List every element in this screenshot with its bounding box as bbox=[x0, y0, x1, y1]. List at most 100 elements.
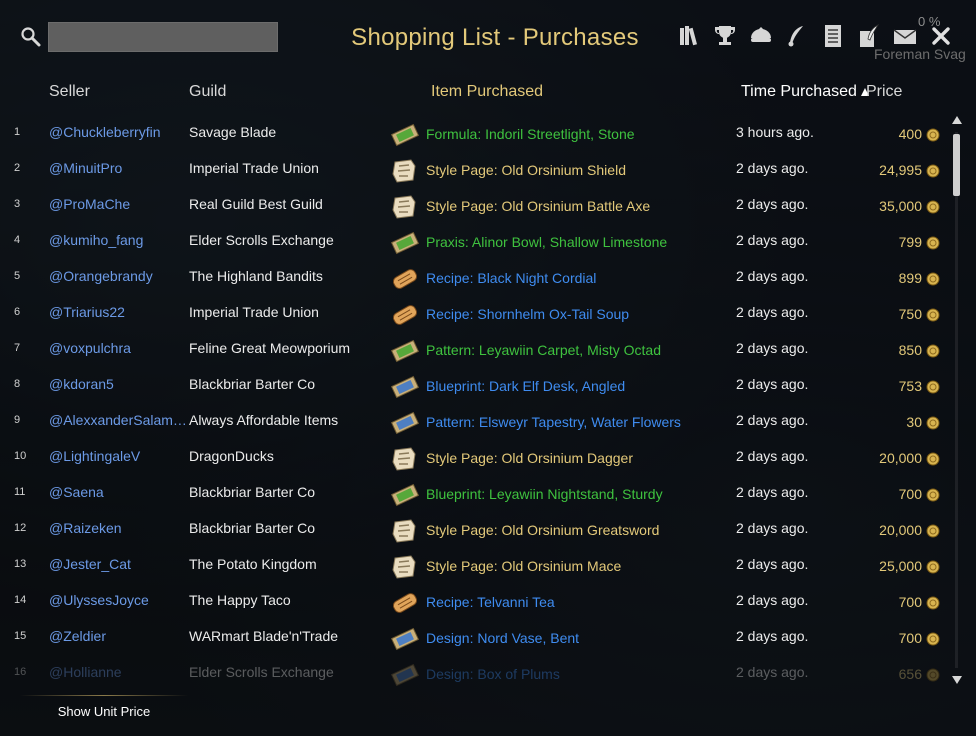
books-icon[interactable] bbox=[674, 20, 704, 52]
trophy-icon[interactable] bbox=[710, 20, 740, 52]
item-link[interactable]: Design: Box of Plums bbox=[426, 666, 560, 682]
seller-link[interactable]: @kdoran5 bbox=[49, 376, 187, 392]
table-row[interactable]: 14 @UlyssesJoyce The Happy Taco Recipe: Tel… bbox=[0, 584, 950, 620]
style-page-icon[interactable] bbox=[390, 192, 420, 222]
seller-link[interactable]: @Zeldier bbox=[49, 628, 187, 644]
row-number: 3 bbox=[14, 198, 21, 210]
item-link[interactable]: Praxis: Alinor Bowl, Shallow Limestone bbox=[426, 234, 667, 250]
table-row[interactable]: 2 @MinuitPro Imperial Trade Union Style Pag… bbox=[0, 152, 950, 188]
table-row[interactable]: 1 @Chuckleberryfin Savage Blade Formula: In… bbox=[0, 116, 950, 152]
gold-coin-icon bbox=[926, 272, 940, 286]
table-row[interactable]: 15 @Zeldier WARmart Blade'n'Trade Design: N… bbox=[0, 620, 950, 656]
item-link[interactable]: Formula: Indoril Streetlight, Stone bbox=[426, 126, 635, 142]
guild-name: The Highland Bandits bbox=[189, 268, 323, 284]
guild-name: Real Guild Best Guild bbox=[189, 196, 323, 212]
time-purchased: 2 days ago. bbox=[736, 592, 809, 608]
seller-link[interactable]: @MinuitPro bbox=[49, 160, 187, 176]
seller-link[interactable]: @Chuckleberryfin bbox=[49, 124, 187, 140]
time-purchased: 2 days ago. bbox=[736, 232, 809, 248]
item-link[interactable]: Style Page: Old Orsinium Dagger bbox=[426, 450, 633, 466]
style-page-icon[interactable] bbox=[390, 156, 420, 186]
recipe-scroll-icon[interactable] bbox=[390, 264, 420, 294]
item-link[interactable]: Pattern: Elsweyr Tapestry, Water Flowers bbox=[426, 414, 681, 430]
guild-name: Savage Blade bbox=[189, 124, 277, 140]
style-page-icon[interactable] bbox=[390, 552, 420, 582]
scrollbar-track[interactable] bbox=[955, 132, 958, 668]
row-number: 6 bbox=[14, 306, 21, 318]
price-value: 35,000 bbox=[879, 198, 922, 214]
green-scroll-icon[interactable] bbox=[390, 120, 420, 150]
seller-link[interactable]: @Triarius22 bbox=[49, 304, 187, 320]
ledger-icon[interactable] bbox=[818, 20, 848, 52]
item-link[interactable]: Style Page: Old Orsinium Mace bbox=[426, 558, 621, 574]
item-link[interactable]: Recipe: Shornhelm Ox-Tail Soup bbox=[426, 306, 629, 322]
row-number: 10 bbox=[14, 450, 27, 462]
item-link[interactable]: Blueprint: Leyawiin Nightstand, Sturdy bbox=[426, 486, 663, 502]
seller-link[interactable]: @Jester_Cat bbox=[49, 556, 187, 572]
style-page-icon[interactable] bbox=[390, 444, 420, 474]
item-link[interactable]: Blueprint: Dark Elf Desk, Angled bbox=[426, 378, 625, 394]
column-header-guild[interactable]: Guild bbox=[189, 83, 226, 101]
seller-link[interactable]: @Hollianne bbox=[49, 664, 187, 680]
gold-coin-icon bbox=[926, 488, 940, 502]
item-link[interactable]: Recipe: Black Night Cordial bbox=[426, 270, 596, 286]
seller-link[interactable]: @voxpulchra bbox=[49, 340, 187, 356]
gold-coin-icon bbox=[926, 596, 940, 610]
scroll-up-icon[interactable] bbox=[950, 114, 964, 126]
style-page-icon[interactable] bbox=[390, 516, 420, 546]
column-header-price[interactable]: Price bbox=[866, 83, 902, 101]
price-value: 25,000 bbox=[879, 558, 922, 574]
guild-name: The Happy Taco bbox=[189, 592, 291, 608]
scroll-down-icon[interactable] bbox=[950, 674, 964, 686]
column-header-item[interactable]: Item Purchased bbox=[431, 83, 543, 101]
table-row[interactable]: 12 @Raizeken Blackbriar Barter Co Style Pag… bbox=[0, 512, 950, 548]
item-link[interactable]: Pattern: Leyawiin Carpet, Misty Octad bbox=[426, 342, 661, 358]
recipe-scroll-icon[interactable] bbox=[390, 300, 420, 330]
blue-scroll-icon[interactable] bbox=[390, 372, 420, 402]
green-scroll-icon[interactable] bbox=[390, 336, 420, 366]
blue-scroll-icon[interactable] bbox=[390, 660, 420, 686]
seller-link[interactable]: @LightingaleV bbox=[49, 448, 187, 464]
table-row[interactable]: 8 @kdoran5 Blackbriar Barter Co Blueprint: … bbox=[0, 368, 950, 404]
helmet-icon[interactable] bbox=[746, 20, 776, 52]
item-link[interactable]: Design: Nord Vase, Bent bbox=[426, 630, 579, 646]
guild-name: Always Affordable Items bbox=[189, 412, 339, 428]
scrollbar-thumb[interactable] bbox=[953, 134, 960, 196]
shopping-list-window: Shopping List - Purchases 0 % Foreman Sv… bbox=[0, 0, 976, 736]
seller-link[interactable]: @UlyssesJoyce bbox=[49, 592, 187, 608]
column-header-time[interactable]: Time Purchased bbox=[741, 83, 857, 101]
window-title: Shopping List - Purchases bbox=[351, 24, 639, 51]
search-icon[interactable] bbox=[20, 26, 42, 48]
table-row[interactable]: 6 @Triarius22 Imperial Trade Union Recipe: … bbox=[0, 296, 950, 332]
blue-scroll-icon[interactable] bbox=[390, 624, 420, 654]
guild-name: Elder Scrolls Exchange bbox=[189, 664, 334, 680]
feather-quill-icon[interactable] bbox=[782, 20, 812, 52]
table-row[interactable]: 11 @Saena Blackbriar Barter Co Blueprint: L… bbox=[0, 476, 950, 512]
green-scroll-icon[interactable] bbox=[390, 228, 420, 258]
table-row[interactable]: 7 @voxpulchra Feline Great Meowporium Patte… bbox=[0, 332, 950, 368]
item-link[interactable]: Recipe: Telvanni Tea bbox=[426, 594, 555, 610]
item-link[interactable]: Style Page: Old Orsinium Shield bbox=[426, 162, 626, 178]
green-scroll-icon[interactable] bbox=[390, 480, 420, 510]
table-row[interactable]: 3 @ProMaChe Real Guild Best Guild Style Pag… bbox=[0, 188, 950, 224]
recipe-scroll-icon[interactable] bbox=[390, 588, 420, 618]
blue-scroll-icon[interactable] bbox=[390, 408, 420, 438]
seller-link[interactable]: @Raizeken bbox=[49, 520, 187, 536]
seller-link[interactable]: @kumiho_fang bbox=[49, 232, 187, 248]
item-link[interactable]: Style Page: Old Orsinium Battle Axe bbox=[426, 198, 650, 214]
search-input[interactable] bbox=[48, 22, 278, 52]
table-row[interactable]: 16 @Hollianne Elder Scrolls Exchange Design… bbox=[0, 656, 950, 686]
item-link[interactable]: Style Page: Old Orsinium Greatsword bbox=[426, 522, 659, 538]
column-header-seller[interactable]: Seller bbox=[49, 83, 90, 101]
seller-link[interactable]: @Saena bbox=[49, 484, 187, 500]
gold-coin-icon bbox=[926, 560, 940, 574]
table-row[interactable]: 13 @Jester_Cat The Potato Kingdom Style Pag… bbox=[0, 548, 950, 584]
table-row[interactable]: 4 @kumiho_fang Elder Scrolls Exchange Praxi… bbox=[0, 224, 950, 260]
seller-link[interactable]: @Orangebrandy bbox=[49, 268, 187, 284]
table-row[interactable]: 9 @AlexxanderSalam… Always Affordable Item… bbox=[0, 404, 950, 440]
table-row[interactable]: 5 @Orangebrandy The Highland Bandits Recipe… bbox=[0, 260, 950, 296]
show-unit-price-button[interactable]: Show Unit Price bbox=[20, 698, 188, 724]
seller-link[interactable]: @AlexxanderSalam… bbox=[49, 412, 187, 428]
seller-link[interactable]: @ProMaChe bbox=[49, 196, 187, 212]
table-row[interactable]: 10 @LightingaleV DragonDucks Style Page: Ol… bbox=[0, 440, 950, 476]
